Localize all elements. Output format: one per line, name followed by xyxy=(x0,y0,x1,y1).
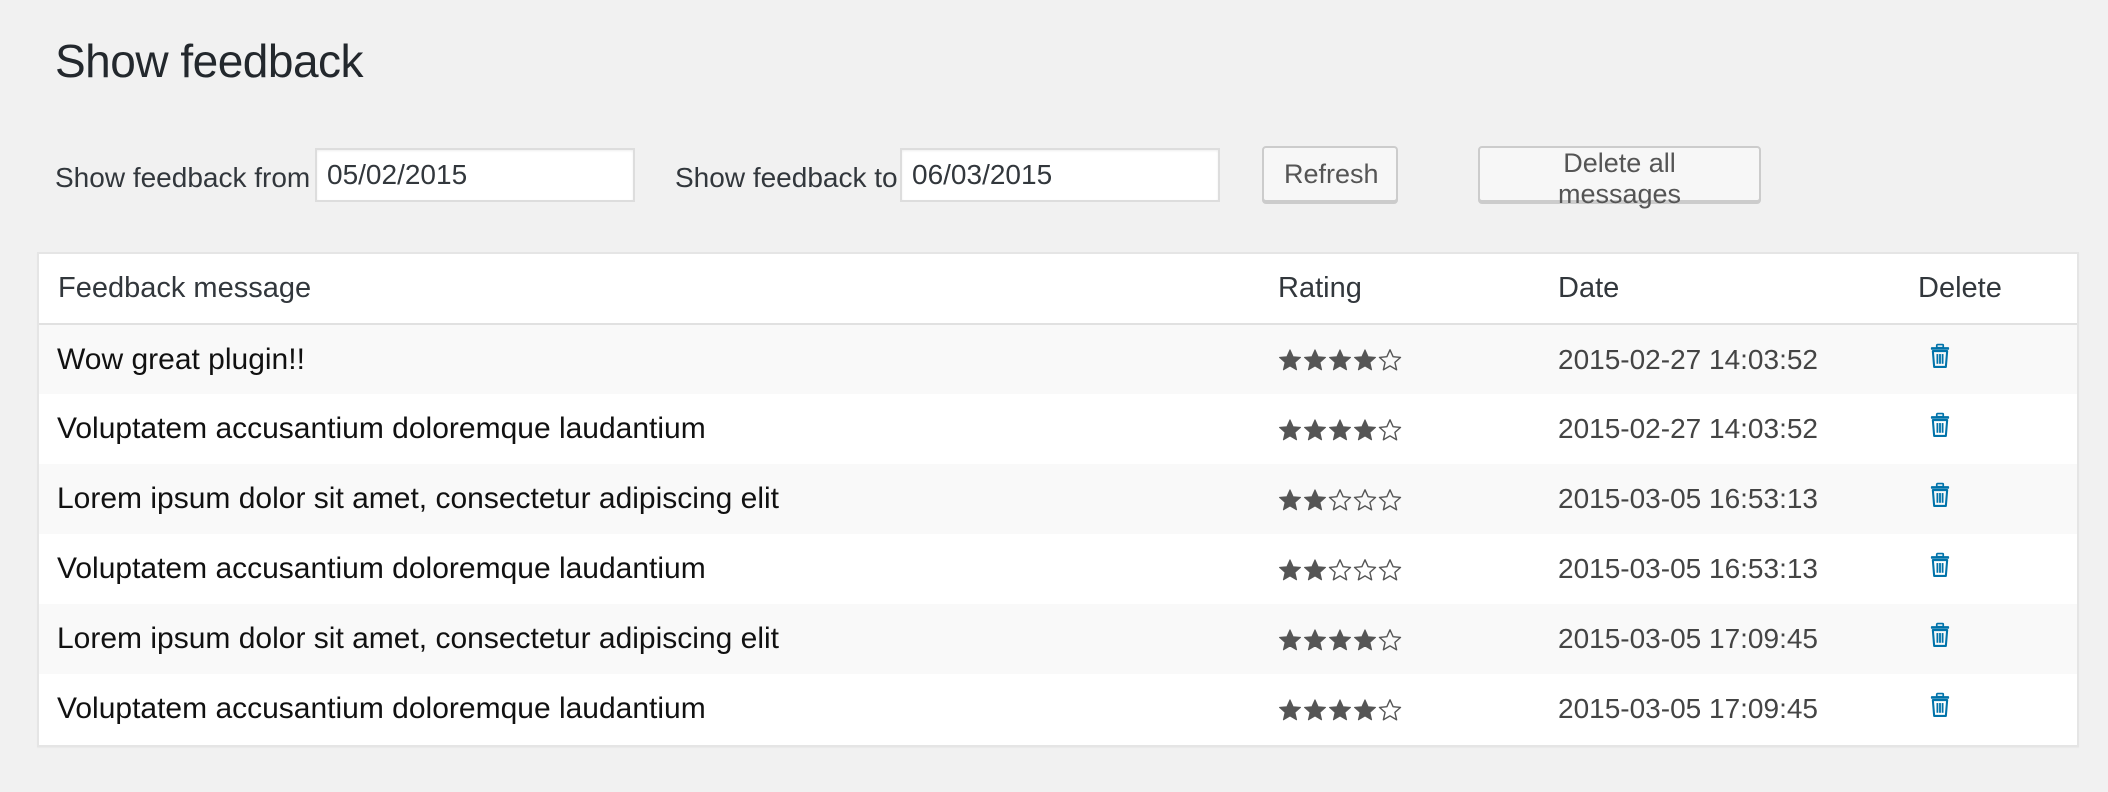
delete-row-button[interactable] xyxy=(1927,343,1953,369)
star-empty-icon xyxy=(1378,488,1402,511)
table-row: Voluptatem accusantium doloremque laudan… xyxy=(39,394,2077,464)
table-row: Lorem ipsum dolor sit amet, consectetur … xyxy=(39,464,2077,534)
feedback-table-body: Wow great plugin!! 2015-02-27 14:03:52 Vol… xyxy=(39,324,2077,744)
from-date-label: Show feedback from xyxy=(55,162,311,193)
delete-all-messages-button[interactable]: Delete all messages xyxy=(1478,146,1761,209)
header-rating: Rating xyxy=(1278,254,1558,325)
header-date: Date xyxy=(1558,254,1918,325)
feedback-message: Voluptatem accusantium doloremque laudan… xyxy=(39,394,1278,464)
star-empty-icon xyxy=(1328,488,1352,511)
star-filled-icon xyxy=(1304,559,1326,581)
feedback-message: Lorem ipsum dolor sit amet, consectetur … xyxy=(39,464,1278,534)
feedback-message: Lorem ipsum dolor sit amet, consectetur … xyxy=(39,604,1278,674)
trash-icon xyxy=(1930,622,1950,647)
feedback-message: Voluptatem accusantium doloremque laudan… xyxy=(39,534,1278,604)
delete-cell xyxy=(1918,674,2077,744)
feedback-message: Voluptatem accusantium doloremque laudan… xyxy=(39,674,1278,744)
rating-cell xyxy=(1278,674,1558,744)
star-rating xyxy=(1278,628,1402,652)
feedback-date: 2015-02-27 14:03:52 xyxy=(1558,394,1918,464)
delete-cell xyxy=(1918,324,2077,394)
table-row: Voluptatem accusantium doloremque laudan… xyxy=(39,674,2077,744)
star-filled-icon xyxy=(1304,699,1326,721)
star-filled-icon xyxy=(1329,419,1351,441)
feedback-date: 2015-03-05 16:53:13 xyxy=(1558,464,1918,534)
delete-row-button[interactable] xyxy=(1927,482,1953,508)
star-filled-icon xyxy=(1279,419,1301,441)
feedback-date: 2015-03-05 17:09:45 xyxy=(1558,604,1918,674)
star-empty-icon xyxy=(1353,558,1377,581)
star-filled-icon xyxy=(1279,629,1301,651)
rating-cell xyxy=(1278,534,1558,604)
delete-cell xyxy=(1918,604,2077,674)
star-filled-icon xyxy=(1279,559,1301,581)
star-empty-icon xyxy=(1328,558,1352,581)
star-rating xyxy=(1278,488,1402,512)
from-date-input[interactable] xyxy=(315,148,635,202)
star-rating xyxy=(1278,348,1402,372)
star-filled-icon xyxy=(1354,629,1376,651)
trash-icon xyxy=(1930,482,1950,507)
delete-row-button[interactable] xyxy=(1927,622,1953,648)
table-row: Voluptatem accusantium doloremque laudan… xyxy=(39,534,2077,604)
star-rating xyxy=(1278,558,1402,582)
star-filled-icon xyxy=(1279,349,1301,371)
page-title: Show feedback xyxy=(55,35,364,87)
star-filled-icon xyxy=(1304,349,1326,371)
delete-row-button[interactable] xyxy=(1927,412,1953,438)
delete-cell xyxy=(1918,534,2077,604)
star-filled-icon xyxy=(1329,349,1351,371)
table-header-row: Feedback message Rating Date Delete xyxy=(39,254,2077,325)
to-date-input[interactable] xyxy=(900,148,1220,202)
feedback-date: 2015-03-05 17:09:45 xyxy=(1558,674,1918,744)
table-row: Wow great plugin!! 2015-02-27 14:03:52 xyxy=(39,324,2077,394)
star-filled-icon xyxy=(1304,419,1326,441)
trash-icon xyxy=(1930,343,1950,368)
to-date-label: Show feedback to xyxy=(675,162,898,193)
star-empty-icon xyxy=(1378,558,1402,581)
rating-cell xyxy=(1278,394,1558,464)
star-filled-icon xyxy=(1354,349,1376,371)
date-filter-bar: Show feedback from Show feedback to Refr… xyxy=(55,146,1761,209)
rating-cell xyxy=(1278,324,1558,394)
star-empty-icon xyxy=(1378,349,1402,371)
star-filled-icon xyxy=(1279,699,1301,721)
delete-cell xyxy=(1918,464,2077,534)
delete-row-button[interactable] xyxy=(1927,692,1953,718)
star-empty-icon xyxy=(1353,488,1377,511)
refresh-button[interactable]: Refresh xyxy=(1262,146,1398,202)
table-row: Lorem ipsum dolor sit amet, consectetur … xyxy=(39,604,2077,674)
delete-row-button[interactable] xyxy=(1927,552,1953,578)
star-filled-icon xyxy=(1304,489,1326,511)
trash-icon xyxy=(1930,692,1950,717)
rating-cell xyxy=(1278,604,1558,674)
star-filled-icon xyxy=(1354,699,1376,721)
star-filled-icon xyxy=(1354,419,1376,441)
feedback-table: Feedback message Rating Date Delete Wow … xyxy=(37,252,2079,747)
header-feedback-message: Feedback message xyxy=(39,254,1278,325)
feedback-date: 2015-03-05 16:53:13 xyxy=(1558,534,1918,604)
star-rating xyxy=(1278,698,1402,722)
rating-cell xyxy=(1278,464,1558,534)
star-empty-icon xyxy=(1378,628,1402,651)
star-rating xyxy=(1278,418,1402,442)
star-empty-icon xyxy=(1378,698,1402,721)
header-delete: Delete xyxy=(1918,254,2077,325)
star-filled-icon xyxy=(1279,489,1301,511)
trash-icon xyxy=(1930,552,1950,577)
star-filled-icon xyxy=(1329,699,1351,721)
trash-icon xyxy=(1930,412,1950,437)
star-empty-icon xyxy=(1378,418,1402,441)
feedback-message: Wow great plugin!! xyxy=(39,324,1278,394)
star-filled-icon xyxy=(1304,629,1326,651)
star-filled-icon xyxy=(1329,629,1351,651)
feedback-date: 2015-02-27 14:03:52 xyxy=(1558,324,1918,394)
delete-cell xyxy=(1918,394,2077,464)
